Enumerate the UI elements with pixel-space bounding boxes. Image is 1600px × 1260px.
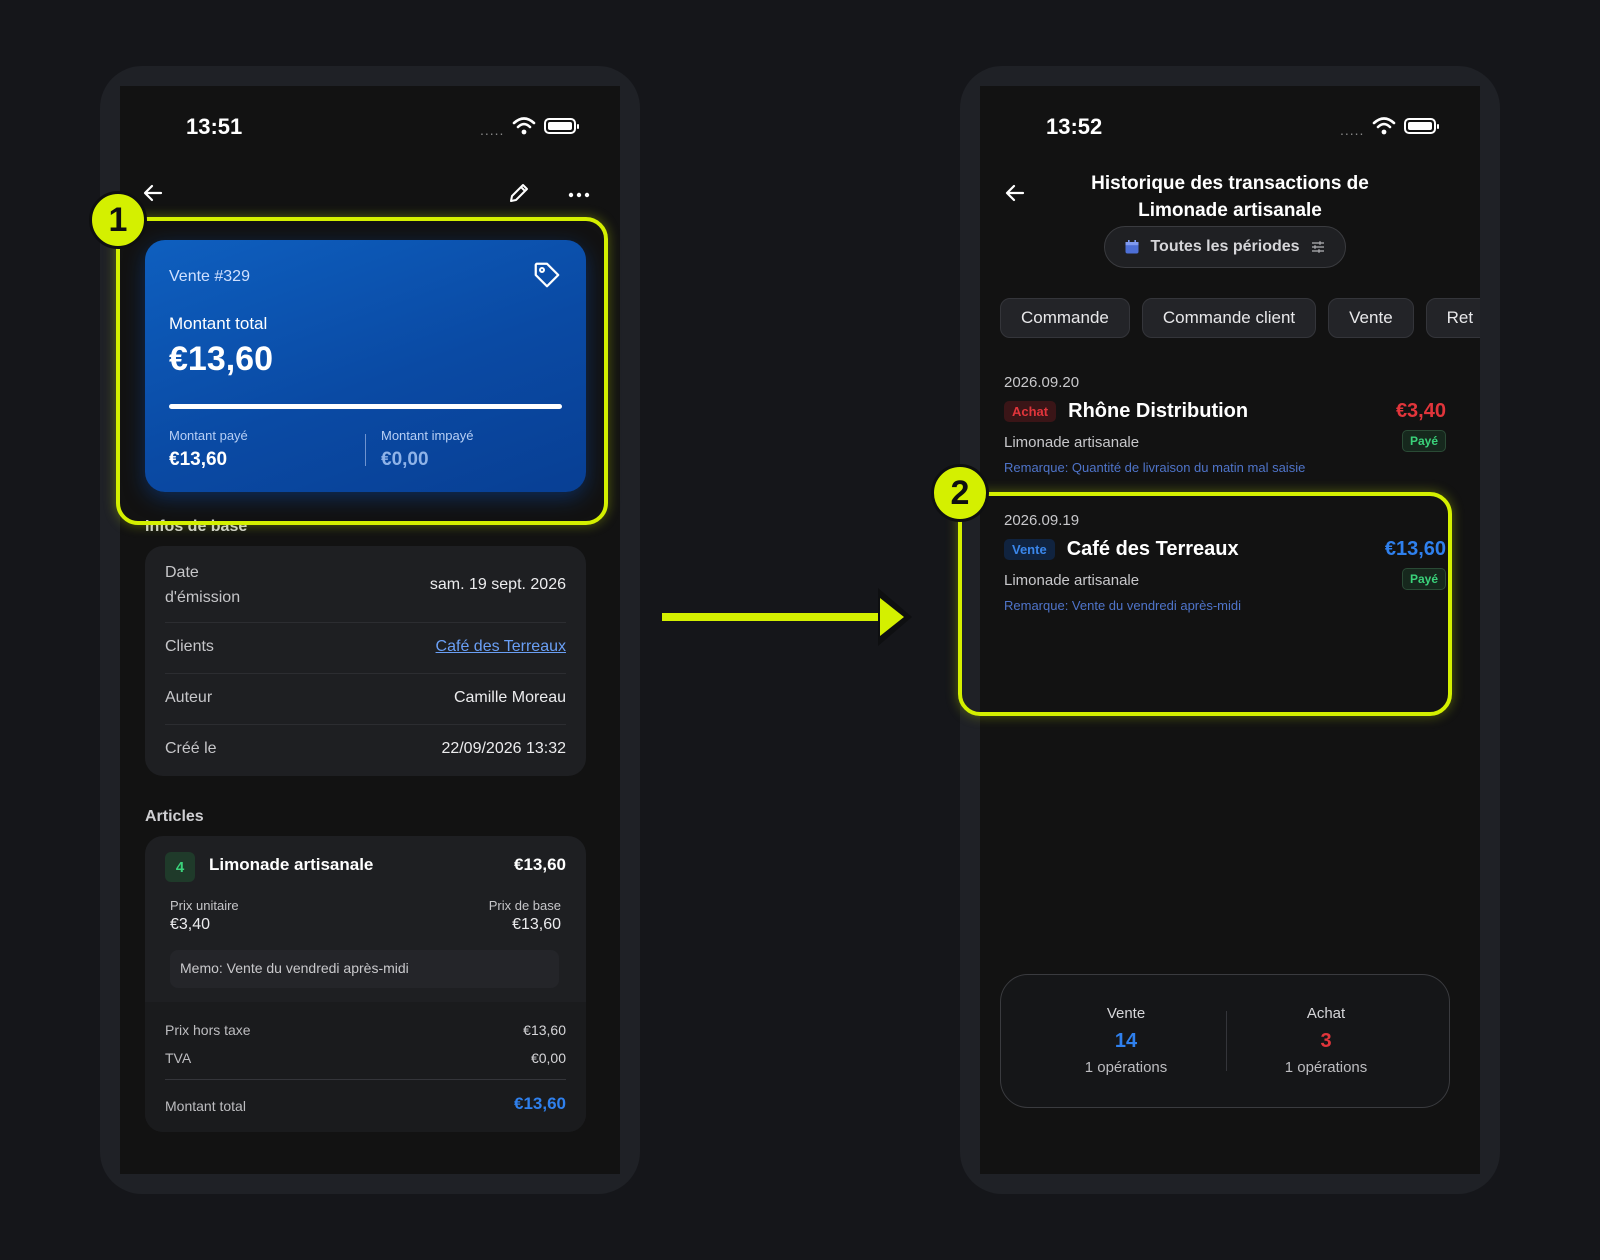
transaction-party: Rhône Distribution [1068,400,1249,422]
transaction-header: Achat Rhône Distribution [1004,400,1248,423]
wifi-icon [1372,117,1396,135]
subtotal-value: €13,60 [523,1022,566,1038]
calendar-icon [1125,240,1139,254]
period-filter-button[interactable]: Toutes les périodes [1104,226,1346,268]
transaction-product: Limonade artisanale [1004,434,1140,451]
base-price-value: €13,60 [512,916,561,933]
status-badge: Payé [1401,430,1446,452]
callout-badge-1: 1 [89,191,147,249]
period-label: Toutes les périodes [1150,238,1300,255]
wifi-icon [512,117,536,135]
page-title: Historique des transactions de Limonade … [1091,173,1369,221]
flow-arrow-icon [662,588,912,646]
info-row-created: Créé le 22/09/2026 13:32 [165,736,566,762]
info-value: Camille Moreau [453,689,566,706]
info-value: sam. 19 sept. 2026 [429,576,566,593]
info-row-author: Auteur Camille Moreau [165,685,566,711]
back-arrow-icon[interactable] [1000,178,1030,208]
row-divider [165,622,566,623]
info-key: Clients [165,638,214,655]
summary-purchases-label: Achat [1306,1005,1346,1022]
summary-sales-ops: 1 opérations [1084,1059,1168,1076]
articles-heading: Articles [145,808,204,825]
status-bar: 13:51 ..... [120,86,620,166]
filter-sliders-icon [1311,241,1324,253]
grand-total-value: €13,60 [514,1094,566,1113]
summary-purchases-count: 3 [1320,1030,1332,1052]
grand-total-label: Montant total [165,1098,246,1114]
highlight-box-2 [958,492,1452,716]
status-bar: 13:52 ..... [980,86,1480,166]
summary-purchases-ops: 1 opérations [1284,1059,1368,1076]
chip-commande[interactable]: Commande [1000,298,1130,338]
info-key: Date d'émission [165,564,241,606]
info-key: Créé le [165,740,217,757]
battery-icon [544,118,579,134]
transaction-note: Remarque: Quantité de livraison du matin… [1004,460,1306,475]
type-filter-chips: Commande Commande client Vente Ret [1000,298,1480,338]
vat-label: TVA [165,1050,192,1066]
row-divider [165,673,566,674]
client-link[interactable]: Café des Terreaux [436,638,566,656]
chip-vente[interactable]: Vente [1328,298,1414,338]
chip-commande-client[interactable]: Commande client [1141,298,1317,338]
subtotal-label: Prix hors taxe [165,1022,251,1038]
signal-icon: ..... [480,122,505,138]
status-time: 13:51 [186,114,243,139]
article-price: €13,60 [514,855,566,874]
basic-info-card: Date d'émission sam. 19 sept. 2026 Clien… [145,546,586,776]
summary-sales-count: 14 [1114,1030,1138,1052]
totals-block: Prix hors taxe €13,60 TVA €0,00 Montant … [145,1002,586,1132]
info-row-date: Date d'émission sam. 19 sept. 2026 [165,560,566,610]
article-name: Limonade artisanale [209,855,374,874]
signal-icon: ..... [1340,122,1365,138]
info-value: 22/09/2026 13:32 [441,740,566,757]
highlight-box-1 [116,217,608,525]
more-options-icon[interactable] [564,180,594,210]
vat-value: €0,00 [530,1050,566,1066]
transaction-item[interactable]: 2026.09.20 Achat Rhône Distribution €3,4… [1004,374,1446,484]
article-memo: Memo: Vente du vendredi après-midi [170,950,559,988]
info-row-clients: Clients Café des Terreaux [165,634,566,660]
totals-divider [165,1079,566,1080]
base-price-label: Prix de base [488,898,561,913]
info-key: Auteur [165,689,213,706]
unit-price-label: Prix unitaire [170,898,239,913]
summary-sales: Vente 14 1 opérations [1026,1005,1226,1076]
row-divider [165,724,566,725]
transaction-amount: €3,40 [1395,400,1446,422]
edit-pencil-icon[interactable] [504,178,534,208]
chip-retour[interactable]: Ret [1425,298,1480,338]
summary-purchases: Achat 3 1 opérations [1226,1005,1426,1076]
type-badge-purchase: Achat [1004,401,1057,422]
unit-price-value: €3,40 [170,916,211,933]
summary-panel: Vente 14 1 opérations Achat 3 1 opératio… [1000,974,1450,1108]
callout-badge-2: 2 [931,464,989,522]
battery-icon [1404,118,1439,134]
transaction-date: 2026.09.20 [1004,374,1080,391]
summary-sales-label: Vente [1106,1005,1146,1022]
quantity-badge: 4 [165,852,195,882]
article-card[interactable]: 4 Limonade artisanale €13,60 Prix unitai… [145,836,586,1132]
status-time: 13:52 [1046,114,1103,139]
